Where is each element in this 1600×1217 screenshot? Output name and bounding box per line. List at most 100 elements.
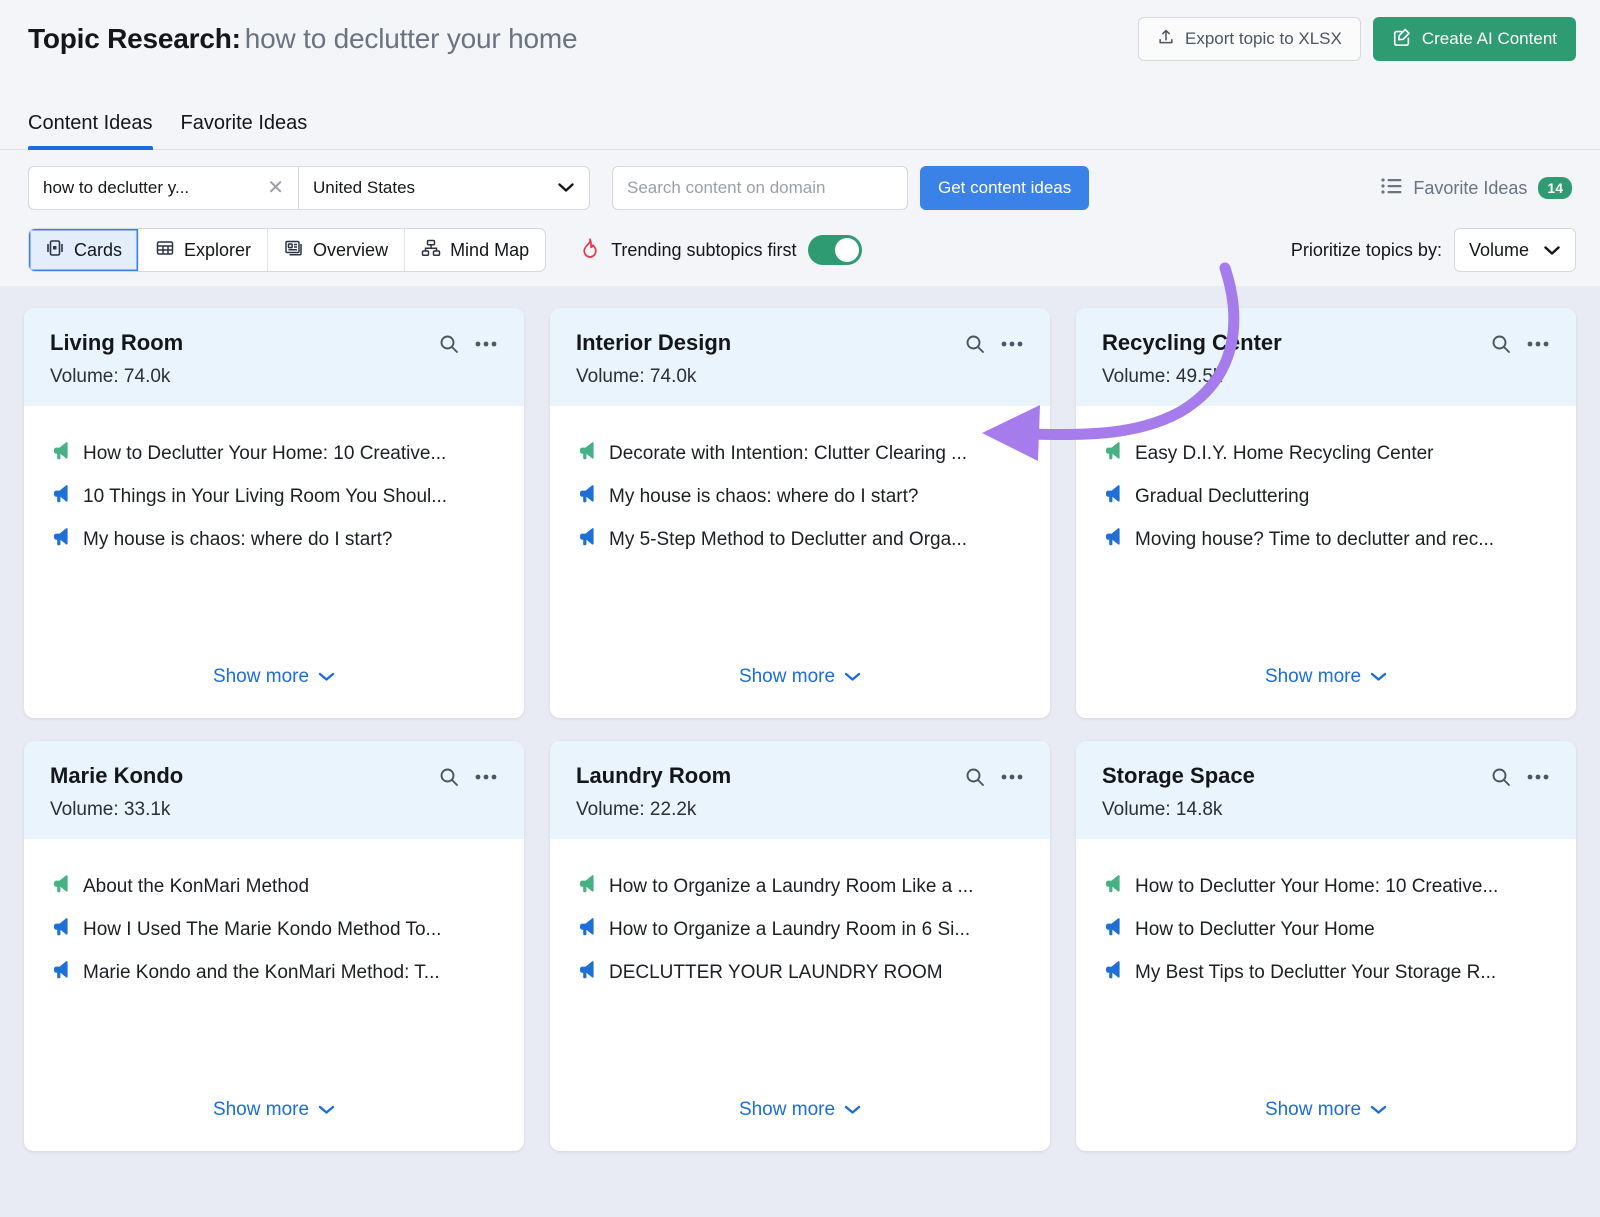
show-more-button[interactable]: Show more xyxy=(1265,1099,1387,1121)
megaphone-icon xyxy=(50,873,72,900)
topic-card: Recycling Center Volume: 49.5k xyxy=(1076,308,1576,718)
view-mode-mind-map[interactable]: Mind Map xyxy=(405,229,545,271)
overview-icon xyxy=(284,238,304,263)
search-icon[interactable] xyxy=(1490,333,1512,355)
content-idea-item[interactable]: My house is chaos: where do I start? xyxy=(576,483,1024,510)
search-icon[interactable] xyxy=(964,333,986,355)
content-idea-item[interactable]: My 5-Step Method to Declutter and Orga..… xyxy=(576,526,1024,553)
chevron-down-icon xyxy=(844,666,861,688)
megaphone-icon xyxy=(576,440,598,467)
search-icon[interactable] xyxy=(438,766,460,788)
show-more-button[interactable]: Show more xyxy=(739,1099,861,1121)
content-idea-item[interactable]: How to Declutter Your Home: 10 Creative.… xyxy=(50,440,498,467)
show-more-button[interactable]: Show more xyxy=(1265,666,1387,688)
content-idea-item[interactable]: Easy D.I.Y. Home Recycling Center xyxy=(1102,440,1550,467)
more-options-icon[interactable] xyxy=(474,340,498,348)
view-mode-overview[interactable]: Overview xyxy=(268,229,405,271)
content-idea-title: About the KonMari Method xyxy=(83,876,309,898)
show-more-button[interactable]: Show more xyxy=(213,1099,335,1121)
mindmap-icon xyxy=(421,238,441,263)
content-idea-title: How to Declutter Your Home xyxy=(1135,919,1375,941)
topic-card-ideas: Decorate with Intention: Clutter Clearin… xyxy=(550,406,1050,660)
content-idea-title: Easy D.I.Y. Home Recycling Center xyxy=(1135,443,1434,465)
topic-card-actions xyxy=(964,763,1024,788)
content-idea-title: My house is chaos: where do I start? xyxy=(609,486,918,508)
favorite-ideas-link[interactable]: Favorite Ideas 14 xyxy=(1381,177,1576,200)
content-idea-item[interactable]: How to Declutter Your Home xyxy=(1102,916,1550,943)
toolbar-row-views: Cards Explorer xyxy=(28,228,1576,272)
table-icon xyxy=(155,238,175,263)
search-icon[interactable] xyxy=(1490,766,1512,788)
content-idea-title: My house is chaos: where do I start? xyxy=(83,529,392,551)
view-mode-switch: Cards Explorer xyxy=(28,228,546,272)
country-select[interactable]: United States xyxy=(298,166,590,210)
chevron-down-icon xyxy=(318,1099,335,1121)
prioritize-topics-select[interactable]: Volume xyxy=(1454,228,1576,272)
chevron-down-icon xyxy=(1543,240,1561,261)
show-more-button[interactable]: Show more xyxy=(739,666,861,688)
trending-subtopics-toggle[interactable] xyxy=(808,235,862,265)
megaphone-icon xyxy=(576,916,598,943)
content-idea-title: Decorate with Intention: Clutter Clearin… xyxy=(609,443,967,465)
view-mode-cards[interactable]: Cards xyxy=(29,229,139,271)
topic-card-footer: Show more xyxy=(24,1093,524,1151)
megaphone-icon xyxy=(1102,483,1124,510)
topic-card-header: Storage Space Volume: 14.8k xyxy=(1076,741,1576,839)
content-idea-item[interactable]: DECLUTTER YOUR LAUNDRY ROOM xyxy=(576,959,1024,986)
topic-card-header: Interior Design Volume: 74.0k xyxy=(550,308,1050,406)
topic-card-header: Marie Kondo Volume: 33.1k xyxy=(24,741,524,839)
topic-card: Laundry Room Volume: 22.2k xyxy=(550,741,1050,1151)
megaphone-icon xyxy=(1102,526,1124,553)
content-idea-item[interactable]: Moving house? Time to declutter and rec.… xyxy=(1102,526,1550,553)
content-idea-item[interactable]: How to Organize a Laundry Room in 6 Si..… xyxy=(576,916,1024,943)
megaphone-icon xyxy=(50,916,72,943)
show-more-label: Show more xyxy=(739,1099,835,1121)
search-icon[interactable] xyxy=(438,333,460,355)
keyword-input[interactable]: how to declutter y... ✕ xyxy=(28,166,298,210)
show-more-button[interactable]: Show more xyxy=(213,666,335,688)
content-idea-item[interactable]: How I Used The Marie Kondo Method To... xyxy=(50,916,498,943)
content-idea-item[interactable]: My house is chaos: where do I start? xyxy=(50,526,498,553)
app-header: Topic Research:how to declutter your hom… xyxy=(0,0,1600,78)
content-idea-item[interactable]: My Best Tips to Declutter Your Storage R… xyxy=(1102,959,1550,986)
topic-card-ideas: How to Declutter Your Home: 10 Creative.… xyxy=(24,406,524,660)
content-idea-item[interactable]: Gradual Decluttering xyxy=(1102,483,1550,510)
topic-card-volume: Volume: 74.0k xyxy=(50,366,498,388)
tab-favorite-ideas[interactable]: Favorite Ideas xyxy=(181,112,308,149)
content-idea-title: How to Organize a Laundry Room Like a ..… xyxy=(609,876,973,898)
more-options-icon[interactable] xyxy=(474,773,498,781)
megaphone-icon xyxy=(50,526,72,553)
get-content-ideas-button[interactable]: Get content ideas xyxy=(920,166,1089,210)
list-icon xyxy=(1381,177,1402,200)
more-options-icon[interactable] xyxy=(1526,340,1550,348)
topic-cards-grid: Living Room Volume: 74.0k xyxy=(24,308,1576,1151)
search-domain-input[interactable] xyxy=(612,166,908,210)
export-topic-button[interactable]: Export topic to XLSX xyxy=(1138,17,1361,61)
search-icon[interactable] xyxy=(964,766,986,788)
megaphone-icon xyxy=(1102,440,1124,467)
trending-subtopics-row: Trending subtopics first xyxy=(580,235,861,265)
create-ai-content-button[interactable]: Create AI Content xyxy=(1373,17,1576,61)
content-idea-item[interactable]: 10 Things in Your Living Room You Shoul.… xyxy=(50,483,498,510)
view-mode-explorer[interactable]: Explorer xyxy=(139,229,268,271)
content-idea-item[interactable]: Decorate with Intention: Clutter Clearin… xyxy=(576,440,1024,467)
content-idea-item[interactable]: How to Declutter Your Home: 10 Creative.… xyxy=(1102,873,1550,900)
more-options-icon[interactable] xyxy=(1000,773,1024,781)
megaphone-icon xyxy=(576,959,598,986)
content-idea-item[interactable]: About the KonMari Method xyxy=(50,873,498,900)
more-options-icon[interactable] xyxy=(1000,340,1024,348)
content-idea-title: Moving house? Time to declutter and rec.… xyxy=(1135,529,1494,551)
more-options-icon[interactable] xyxy=(1526,773,1550,781)
clear-keyword-icon[interactable]: ✕ xyxy=(259,178,284,198)
content-idea-item[interactable]: Marie Kondo and the KonMari Method: T... xyxy=(50,959,498,986)
tab-content-ideas[interactable]: Content Ideas xyxy=(28,112,153,149)
content-ideas-area: Living Room Volume: 74.0k xyxy=(0,286,1600,1217)
topic-card-title: Storage Space xyxy=(1102,763,1255,789)
content-idea-item[interactable]: How to Organize a Laundry Room Like a ..… xyxy=(576,873,1024,900)
show-more-label: Show more xyxy=(1265,666,1361,688)
topic-card-title: Laundry Room xyxy=(576,763,731,789)
show-more-label: Show more xyxy=(213,1099,309,1121)
tab-favorite-ideas-label: Favorite Ideas xyxy=(181,112,308,134)
topic-card-footer: Show more xyxy=(24,660,524,718)
tab-bar: Content Ideas Favorite Ideas xyxy=(0,78,1600,150)
